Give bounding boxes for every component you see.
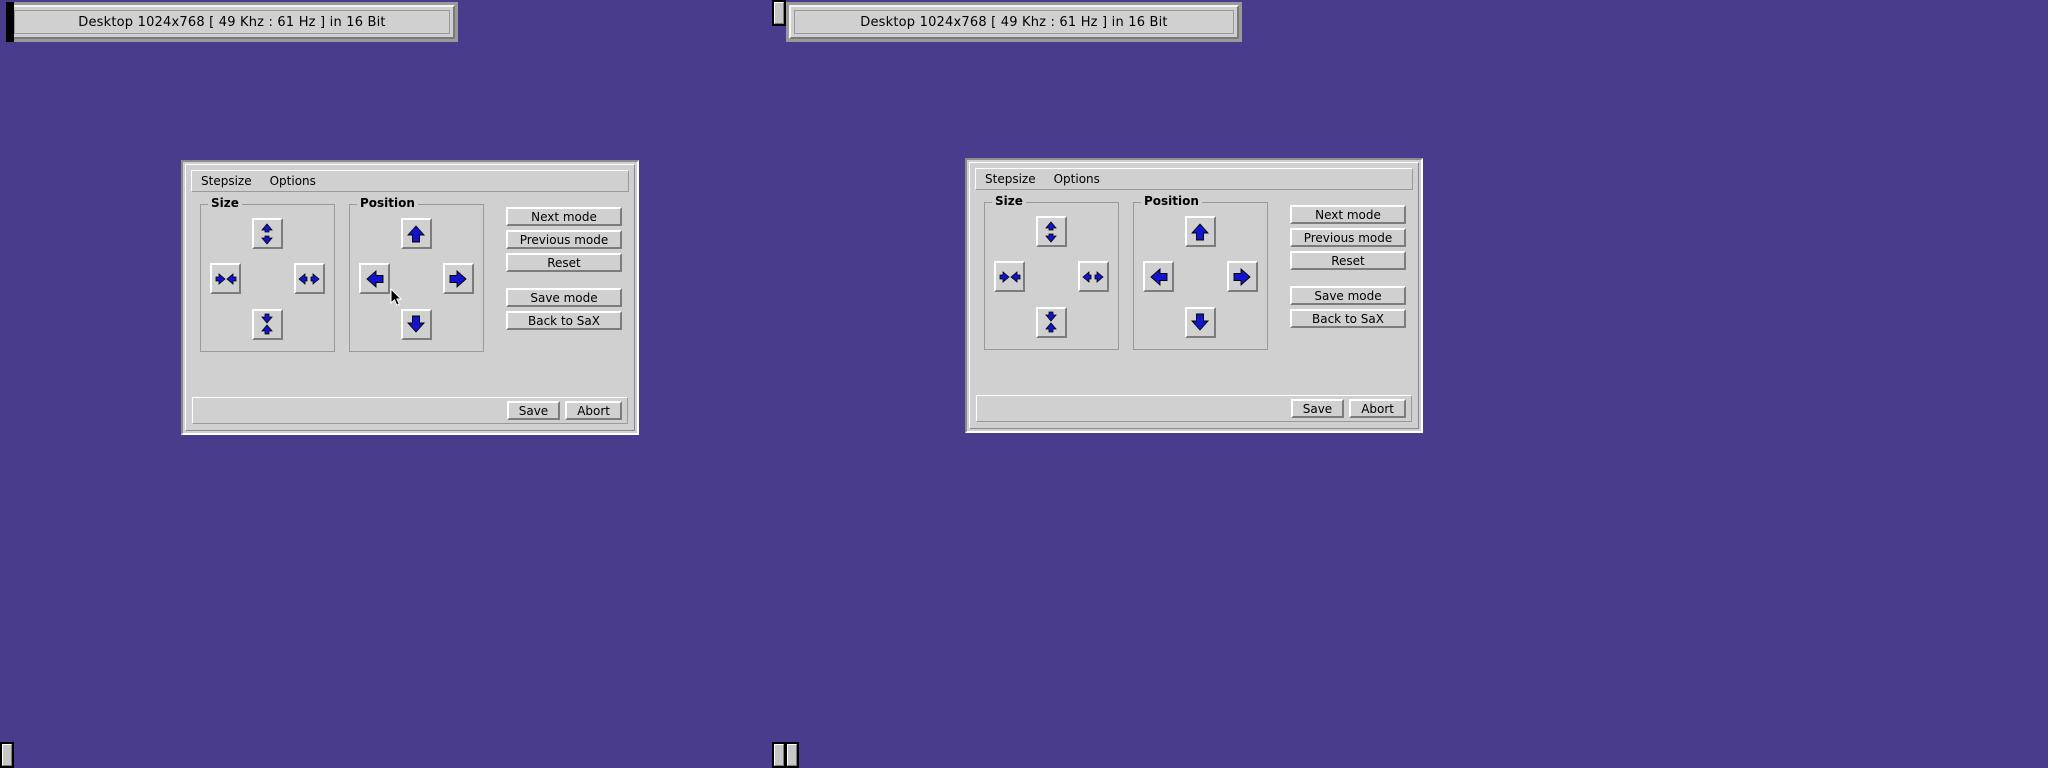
reset-button-2[interactable]: Reset: [1290, 251, 1406, 270]
window-left-edge-1: [6, 2, 14, 42]
position-left-button[interactable]: [359, 263, 390, 294]
desktop-mode-title-window-1[interactable]: Desktop 1024x768 [ 49 Khz : 61 Hz ] in 1…: [6, 2, 458, 42]
arrow-right-icon: [448, 269, 468, 289]
abort-button[interactable]: Abort: [565, 401, 622, 420]
reset-button[interactable]: Reset: [506, 253, 622, 272]
size-shrink-vertical-button[interactable]: [252, 309, 283, 340]
menu-item-options-2[interactable]: Options: [1052, 171, 1102, 187]
shrink-vertical-arrows-icon: [1041, 311, 1061, 333]
dialog-body-2: Stepsize Options Size: [969, 162, 1419, 429]
expand-vertical-arrows-icon: [257, 223, 277, 245]
menu-bar-2[interactable]: Stepsize Options: [975, 168, 1413, 190]
iconified-window-bottom-left[interactable]: [0, 742, 14, 768]
button-spacer: [506, 276, 622, 288]
position-down-button[interactable]: [401, 309, 432, 340]
position-group: Position: [349, 204, 484, 352]
position-group-2: Position: [1133, 202, 1268, 350]
position-button-grid-2: [1134, 203, 1267, 349]
controls-row-1: Size: [191, 192, 629, 352]
title-plate-inner-2: Desktop 1024x768 [ 49 Khz : 61 Hz ] in 1…: [794, 10, 1234, 34]
position-up-button-2[interactable]: [1185, 216, 1216, 247]
size-expand-horizontal-button[interactable]: [294, 263, 325, 294]
save-mode-button-2[interactable]: Save mode: [1290, 286, 1406, 305]
mode-button-column-1: Next mode Previous mode Reset Save mode …: [506, 204, 622, 334]
size-expand-vertical-button[interactable]: [252, 218, 283, 249]
back-to-sax-button-2[interactable]: Back to SaX: [1290, 309, 1406, 328]
iconified-window-cell: [787, 744, 797, 766]
size-expand-horizontal-button-2[interactable]: [1078, 261, 1109, 292]
menu-item-options[interactable]: Options: [268, 173, 318, 189]
arrow-down-icon: [1190, 312, 1210, 332]
arrow-left-icon: [365, 269, 385, 289]
dialog-footer-2: Save Abort: [976, 395, 1412, 422]
title-plate-inner-1: Desktop 1024x768 [ 49 Khz : 61 Hz ] in 1…: [14, 10, 450, 34]
iconified-window-top[interactable]: [772, 0, 786, 26]
size-button-grid: [201, 205, 334, 351]
next-mode-button-2[interactable]: Next mode: [1290, 205, 1406, 224]
desktop-mode-title-window-2[interactable]: Desktop 1024x768 [ 49 Khz : 61 Hz ] in 1…: [786, 2, 1242, 42]
previous-mode-button-2[interactable]: Previous mode: [1290, 228, 1406, 247]
save-button-2[interactable]: Save: [1291, 399, 1344, 418]
desktop-mode-label-2: Desktop 1024x768 [ 49 Khz : 61 Hz ] in 1…: [860, 15, 1167, 30]
position-left-button-2[interactable]: [1143, 261, 1174, 292]
arrow-up-icon: [1190, 222, 1210, 242]
back-to-sax-button[interactable]: Back to SaX: [506, 311, 622, 330]
expand-vertical-arrows-icon: [1041, 221, 1061, 243]
iconified-window-bottom-center[interactable]: [772, 742, 799, 768]
menu-item-stepsize[interactable]: Stepsize: [199, 173, 254, 189]
dialog-footer-1: Save Abort: [192, 397, 628, 424]
size-button-grid-2: [985, 203, 1118, 349]
size-shrink-horizontal-button-2[interactable]: [994, 261, 1025, 292]
iconified-window-cell: [774, 2, 784, 24]
position-down-button-2[interactable]: [1185, 307, 1216, 338]
menu-item-stepsize-2[interactable]: Stepsize: [983, 171, 1038, 187]
abort-button-2[interactable]: Abort: [1349, 399, 1406, 418]
title-plate-1: Desktop 1024x768 [ 49 Khz : 61 Hz ] in 1…: [9, 5, 455, 39]
size-group-2: Size: [984, 202, 1119, 350]
save-button[interactable]: Save: [507, 401, 560, 420]
monitor-adjust-dialog-2[interactable]: Stepsize Options Size: [965, 158, 1423, 433]
arrow-right-icon: [1232, 267, 1252, 287]
controls-row-2: Size: [975, 190, 1413, 350]
iconified-window-cell: [2, 744, 12, 766]
size-shrink-horizontal-button[interactable]: [210, 263, 241, 294]
button-spacer-2: [1290, 274, 1406, 286]
arrow-up-icon: [406, 224, 426, 244]
expand-horizontal-arrows-icon: [298, 269, 320, 289]
desktop-mode-label-1: Desktop 1024x768 [ 49 Khz : 61 Hz ] in 1…: [78, 15, 385, 30]
position-button-grid: [350, 205, 483, 351]
shrink-vertical-arrows-icon: [257, 313, 277, 335]
dialog-body-1: Stepsize Options Size: [185, 164, 635, 431]
monitor-adjust-dialog-1[interactable]: Stepsize Options Size: [181, 160, 639, 435]
position-right-button-2[interactable]: [1227, 261, 1258, 292]
expand-horizontal-arrows-icon: [1082, 267, 1104, 287]
position-up-button[interactable]: [401, 218, 432, 249]
size-group: Size: [200, 204, 335, 352]
iconified-window-cell: [774, 744, 784, 766]
mode-button-column-2: Next mode Previous mode Reset Save mode …: [1290, 202, 1406, 332]
title-plate-2: Desktop 1024x768 [ 49 Khz : 61 Hz ] in 1…: [789, 5, 1239, 39]
size-expand-vertical-button-2[interactable]: [1036, 216, 1067, 247]
previous-mode-button[interactable]: Previous mode: [506, 230, 622, 249]
arrow-left-icon: [1149, 267, 1169, 287]
size-shrink-vertical-button-2[interactable]: [1036, 307, 1067, 338]
shrink-horizontal-arrows-icon: [215, 269, 237, 289]
arrow-down-icon: [406, 314, 426, 334]
shrink-horizontal-arrows-icon: [999, 267, 1021, 287]
save-mode-button[interactable]: Save mode: [506, 288, 622, 307]
position-right-button[interactable]: [443, 263, 474, 294]
next-mode-button[interactable]: Next mode: [506, 207, 622, 226]
menu-bar-1[interactable]: Stepsize Options: [191, 170, 629, 192]
